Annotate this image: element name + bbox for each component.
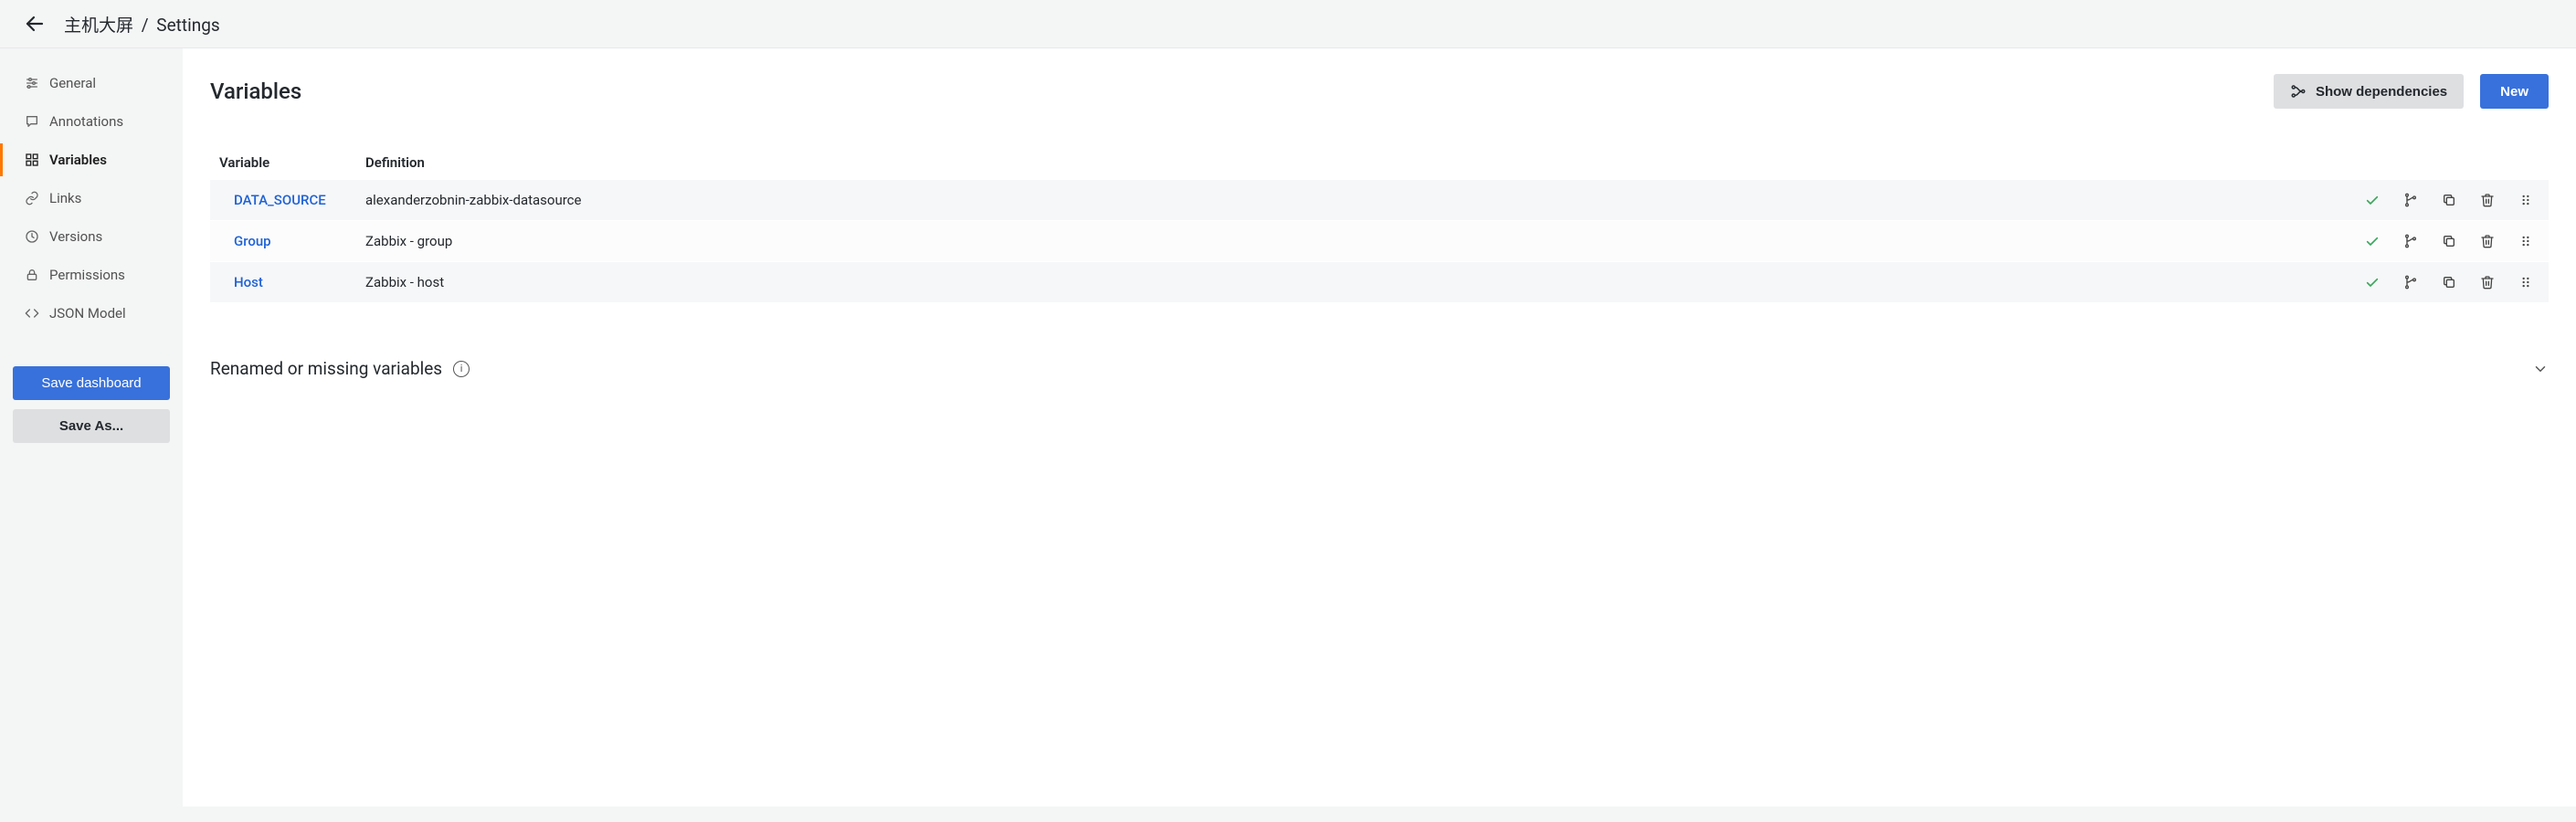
save-as-button[interactable]: Save As... bbox=[13, 409, 170, 443]
col-variable: Variable bbox=[219, 154, 365, 171]
branch-icon[interactable] bbox=[2402, 274, 2419, 290]
sidebar-item-label: Versions bbox=[49, 228, 102, 245]
variables-table: Variable Definition DATA_SOURCE alexande… bbox=[210, 145, 2549, 303]
variable-name-link[interactable]: DATA_SOURCE bbox=[219, 192, 365, 208]
grid-icon bbox=[24, 152, 40, 168]
table-header-row: Variable Definition bbox=[210, 145, 2549, 180]
sidebar-item-permissions[interactable]: Permissions bbox=[0, 258, 183, 291]
back-arrow-icon[interactable] bbox=[22, 11, 48, 37]
sidebar-item-versions[interactable]: Versions bbox=[0, 220, 183, 253]
sidebar-item-links[interactable]: Links bbox=[0, 182, 183, 215]
trash-icon[interactable] bbox=[2479, 274, 2496, 290]
info-icon[interactable]: i bbox=[453, 361, 470, 377]
duplicate-icon[interactable] bbox=[2441, 274, 2457, 290]
variable-definition: alexanderzobnin-zabbix-datasource bbox=[365, 192, 2302, 208]
renamed-missing-section[interactable]: Renamed or missing variables i bbox=[210, 358, 2549, 379]
page-title: Variables bbox=[210, 79, 301, 104]
sliders-icon bbox=[24, 75, 40, 91]
main-panel: Variables Show dependencies New Variable… bbox=[183, 48, 2576, 806]
lock-icon bbox=[24, 267, 40, 283]
variable-definition: Zabbix - host bbox=[365, 274, 2302, 290]
show-dependencies-button[interactable]: Show dependencies bbox=[2274, 74, 2464, 109]
new-variable-button[interactable]: New bbox=[2480, 74, 2549, 109]
code-icon bbox=[24, 305, 40, 321]
drag-handle-icon[interactable] bbox=[2518, 192, 2534, 208]
trash-icon[interactable] bbox=[2479, 233, 2496, 249]
drag-handle-icon[interactable] bbox=[2518, 274, 2534, 290]
settings-sidebar: General Annotations Variables Links bbox=[0, 48, 183, 461]
dependencies-icon bbox=[2290, 83, 2307, 100]
dashboard-name[interactable]: 主机大屏 bbox=[64, 15, 133, 36]
trash-icon[interactable] bbox=[2479, 192, 2496, 208]
drag-handle-icon[interactable] bbox=[2518, 233, 2534, 249]
breadcrumb-separator: / bbox=[138, 15, 153, 36]
sidebar-item-label: General bbox=[49, 75, 96, 91]
branch-icon[interactable] bbox=[2402, 233, 2419, 249]
link-icon bbox=[24, 190, 40, 206]
check-icon bbox=[2364, 233, 2381, 249]
sidebar-item-label: Links bbox=[49, 190, 81, 206]
comment-icon bbox=[24, 113, 40, 130]
variable-definition: Zabbix - group bbox=[365, 233, 2302, 249]
settings-header: 主机大屏 / Settings bbox=[0, 0, 2576, 48]
check-icon bbox=[2364, 274, 2381, 290]
check-icon bbox=[2364, 192, 2381, 208]
breadcrumb: 主机大屏 / Settings bbox=[64, 12, 220, 37]
sidebar-item-general[interactable]: General bbox=[0, 67, 183, 100]
sidebar-item-label: Variables bbox=[49, 152, 107, 168]
history-icon bbox=[24, 228, 40, 245]
col-definition: Definition bbox=[365, 154, 2302, 171]
save-dashboard-button[interactable]: Save dashboard bbox=[13, 366, 170, 400]
sidebar-item-label: Annotations bbox=[49, 113, 123, 130]
duplicate-icon[interactable] bbox=[2441, 233, 2457, 249]
branch-icon[interactable] bbox=[2402, 192, 2419, 208]
table-row: Host Zabbix - host bbox=[210, 262, 2549, 303]
variable-name-link[interactable]: Group bbox=[219, 233, 365, 249]
sidebar-item-json-model[interactable]: JSON Model bbox=[0, 297, 183, 330]
variable-name-link[interactable]: Host bbox=[219, 274, 365, 290]
table-row: DATA_SOURCE alexanderzobnin-zabbix-datas… bbox=[210, 180, 2549, 221]
duplicate-icon[interactable] bbox=[2441, 192, 2457, 208]
show-dependencies-label: Show dependencies bbox=[2316, 84, 2447, 100]
renamed-missing-title: Renamed or missing variables bbox=[210, 358, 442, 379]
sidebar-item-label: JSON Model bbox=[49, 305, 126, 321]
settings-label: Settings bbox=[156, 15, 219, 36]
sidebar-item-annotations[interactable]: Annotations bbox=[0, 105, 183, 138]
sidebar-item-label: Permissions bbox=[49, 267, 125, 283]
table-row: Group Zabbix - group bbox=[210, 221, 2549, 262]
chevron-down-icon[interactable] bbox=[2532, 361, 2549, 377]
sidebar-item-variables[interactable]: Variables bbox=[0, 143, 183, 176]
